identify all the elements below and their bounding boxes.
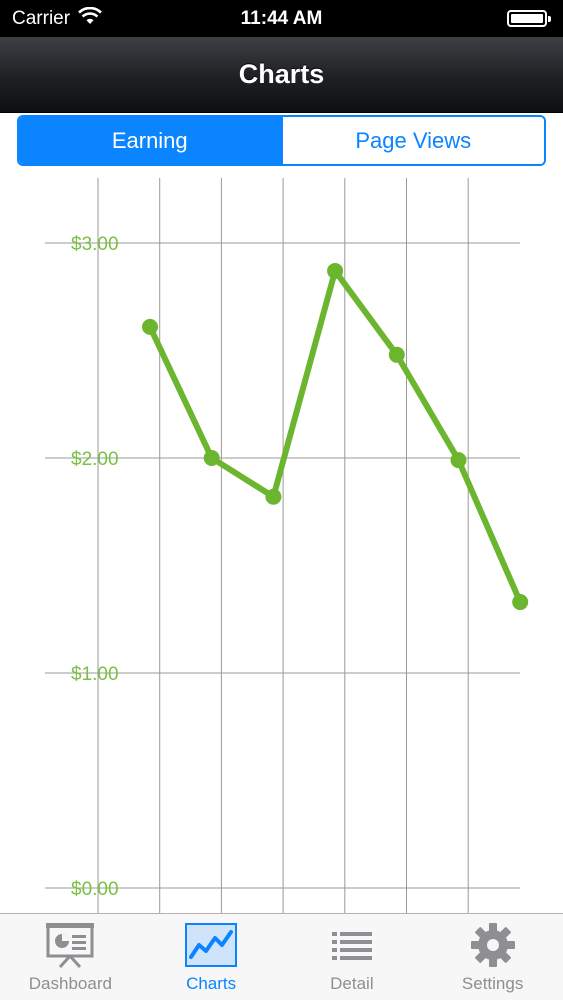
tab-label-dashboard: Dashboard: [28, 974, 112, 993]
presentation-icon: [44, 922, 96, 968]
line-chart-icon: [185, 922, 238, 968]
list-icon: [326, 922, 378, 968]
data-point: [203, 450, 220, 466]
series-line: [147, 267, 524, 606]
carrier-label: Carrier: [12, 7, 71, 29]
data-point: [450, 452, 467, 469]
battery-icon: [507, 10, 551, 27]
page-title: Charts: [238, 59, 325, 89]
data-point: [142, 318, 158, 335]
segment-earning[interactable]: Earning: [19, 117, 281, 164]
data-point: [265, 488, 282, 505]
tab-dashboard[interactable]: Dashboard: [0, 914, 141, 1000]
data-point: [388, 346, 405, 363]
status-left: Carrier: [12, 6, 102, 31]
tab-charts[interactable]: Charts: [141, 914, 282, 1000]
tab-label-settings: Settings: [461, 974, 524, 993]
segment-page-views[interactable]: Page Views: [280, 117, 544, 164]
data-point: [512, 594, 529, 611]
tab-settings[interactable]: Settings: [422, 914, 563, 1000]
earning-line-chart: $3.00 $2.00 $1.00 $0.00: [0, 168, 563, 913]
y-tick-label: $0.00: [71, 879, 119, 900]
y-tick-label: $3.00: [71, 234, 119, 255]
gear-icon: [467, 922, 519, 968]
tab-label-detail: Detail: [330, 974, 374, 993]
y-tick-label: $1.00: [71, 664, 119, 685]
navigation-bar: Charts: [0, 37, 563, 113]
wifi-icon: [78, 6, 102, 31]
data-point: [327, 262, 344, 279]
y-tick-label: $2.00: [71, 449, 119, 470]
segmented-control: Earning Page Views: [17, 115, 546, 166]
tab-label-charts: Charts: [186, 974, 237, 993]
tab-detail[interactable]: Detail: [282, 914, 423, 1000]
chart-canvas: $3.00 $2.00 $1.00 $0.00: [45, 178, 529, 913]
status-bar: Carrier 11:44 AM: [0, 0, 563, 37]
tab-bar: Dashboard Charts Detail Settings: [0, 913, 563, 1000]
